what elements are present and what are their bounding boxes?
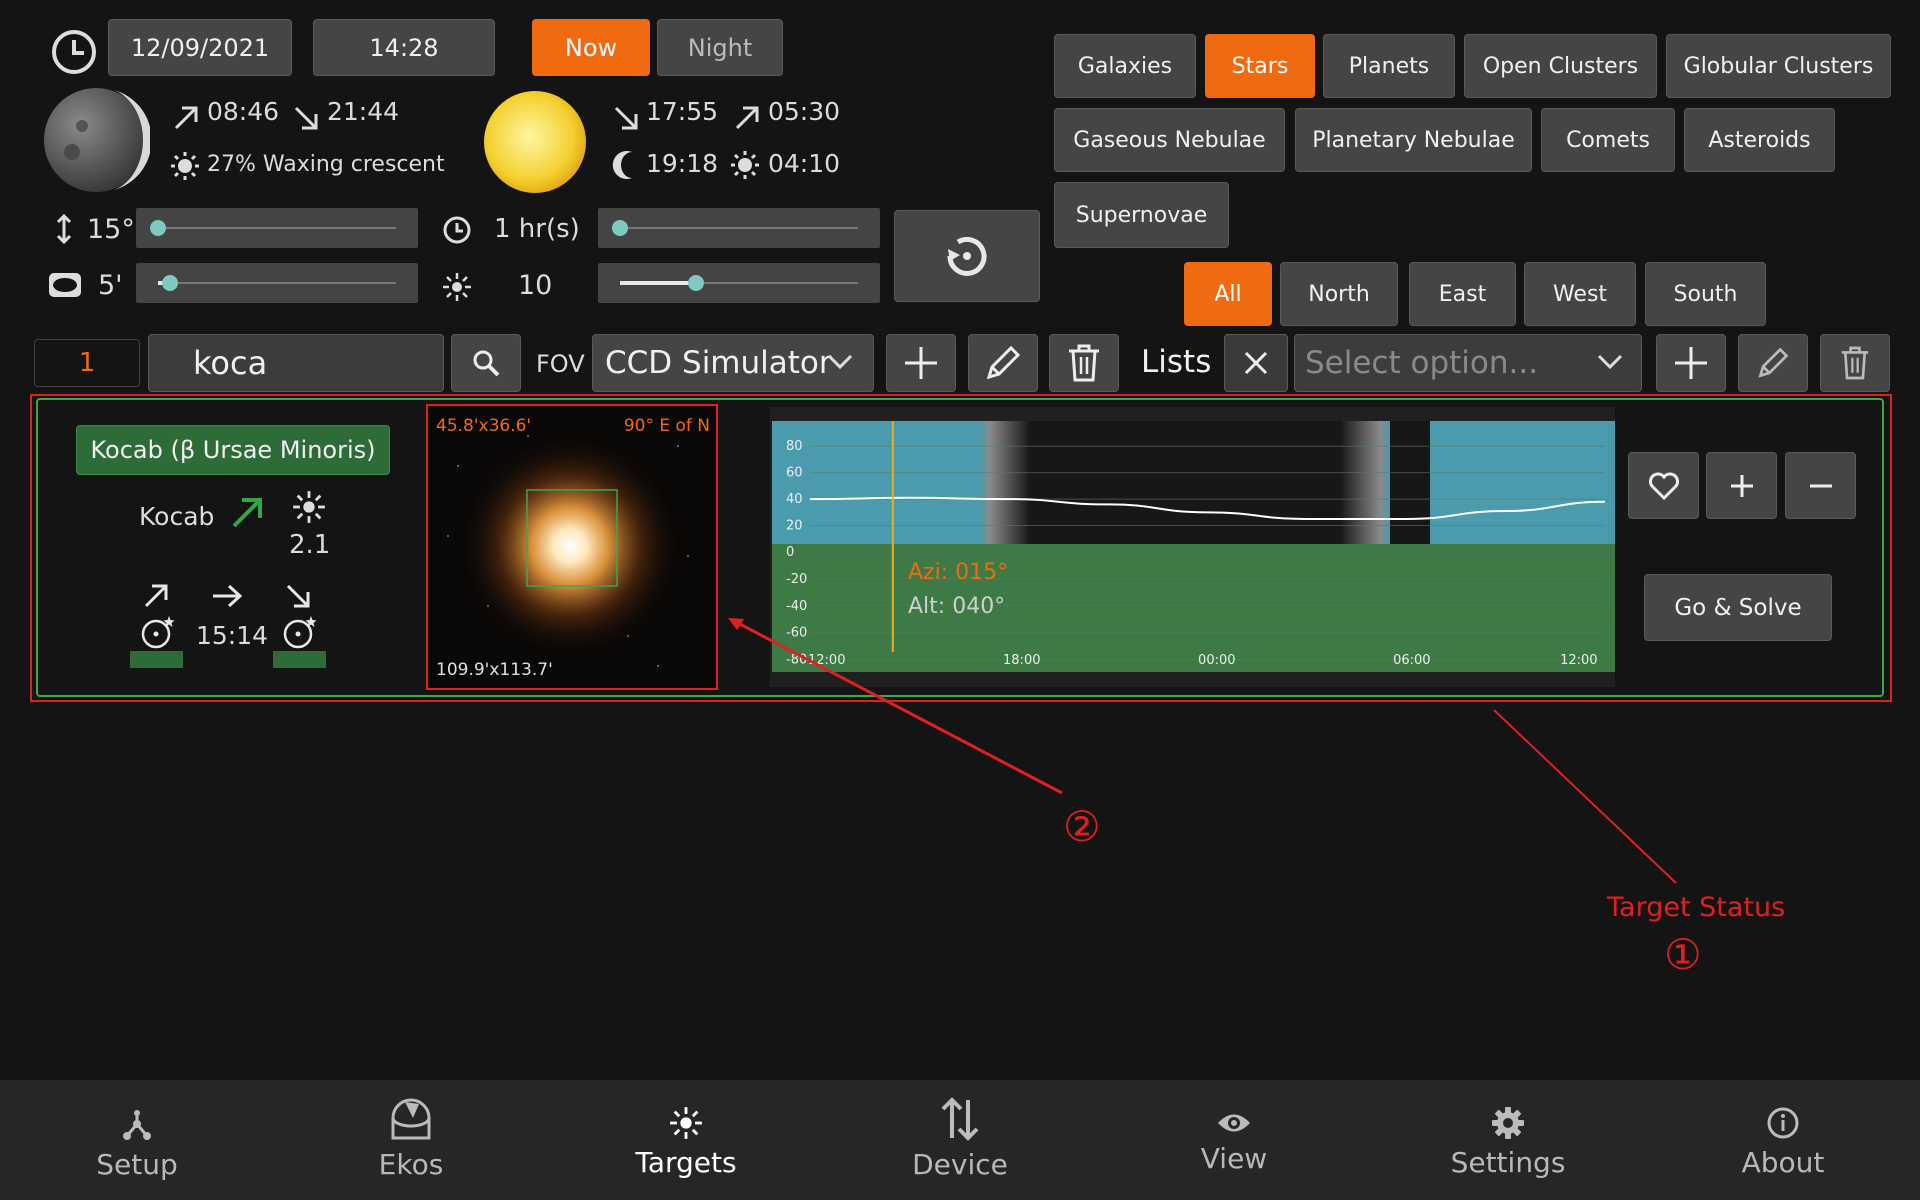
about-icon [1766, 1106, 1800, 1140]
settings-icon [1491, 1106, 1525, 1140]
nav-view[interactable]: View [1097, 1080, 1371, 1200]
targets-icon [669, 1106, 703, 1140]
nav-targets-label: Targets [635, 1146, 737, 1179]
nav-settings-label: Settings [1450, 1146, 1566, 1179]
nav-settings[interactable]: Settings [1371, 1080, 1645, 1200]
view-icon [1216, 1110, 1252, 1136]
nav-setup[interactable]: Setup [0, 1080, 274, 1200]
annotation-arrows [0, 0, 1920, 1000]
nav-about-label: About [1741, 1146, 1825, 1179]
nav-ekos[interactable]: Ekos [274, 1080, 548, 1200]
nav-device-label: Device [912, 1148, 1008, 1181]
nav-ekos-label: Ekos [378, 1148, 444, 1181]
nav-setup-label: Setup [96, 1148, 178, 1181]
nav-targets[interactable]: Targets [549, 1080, 823, 1200]
nav-view-label: View [1200, 1142, 1268, 1175]
annotation-number-1: ① [1664, 930, 1702, 979]
setup-icon [120, 1108, 154, 1142]
nav-about[interactable]: About [1646, 1080, 1920, 1200]
ekos-icon [389, 1096, 433, 1142]
device-icon [938, 1096, 982, 1142]
annotation-number-2: ② [1063, 802, 1101, 851]
nav-device[interactable]: Device [823, 1080, 1097, 1200]
annotation-label-target-status: Target Status [1607, 892, 1786, 923]
